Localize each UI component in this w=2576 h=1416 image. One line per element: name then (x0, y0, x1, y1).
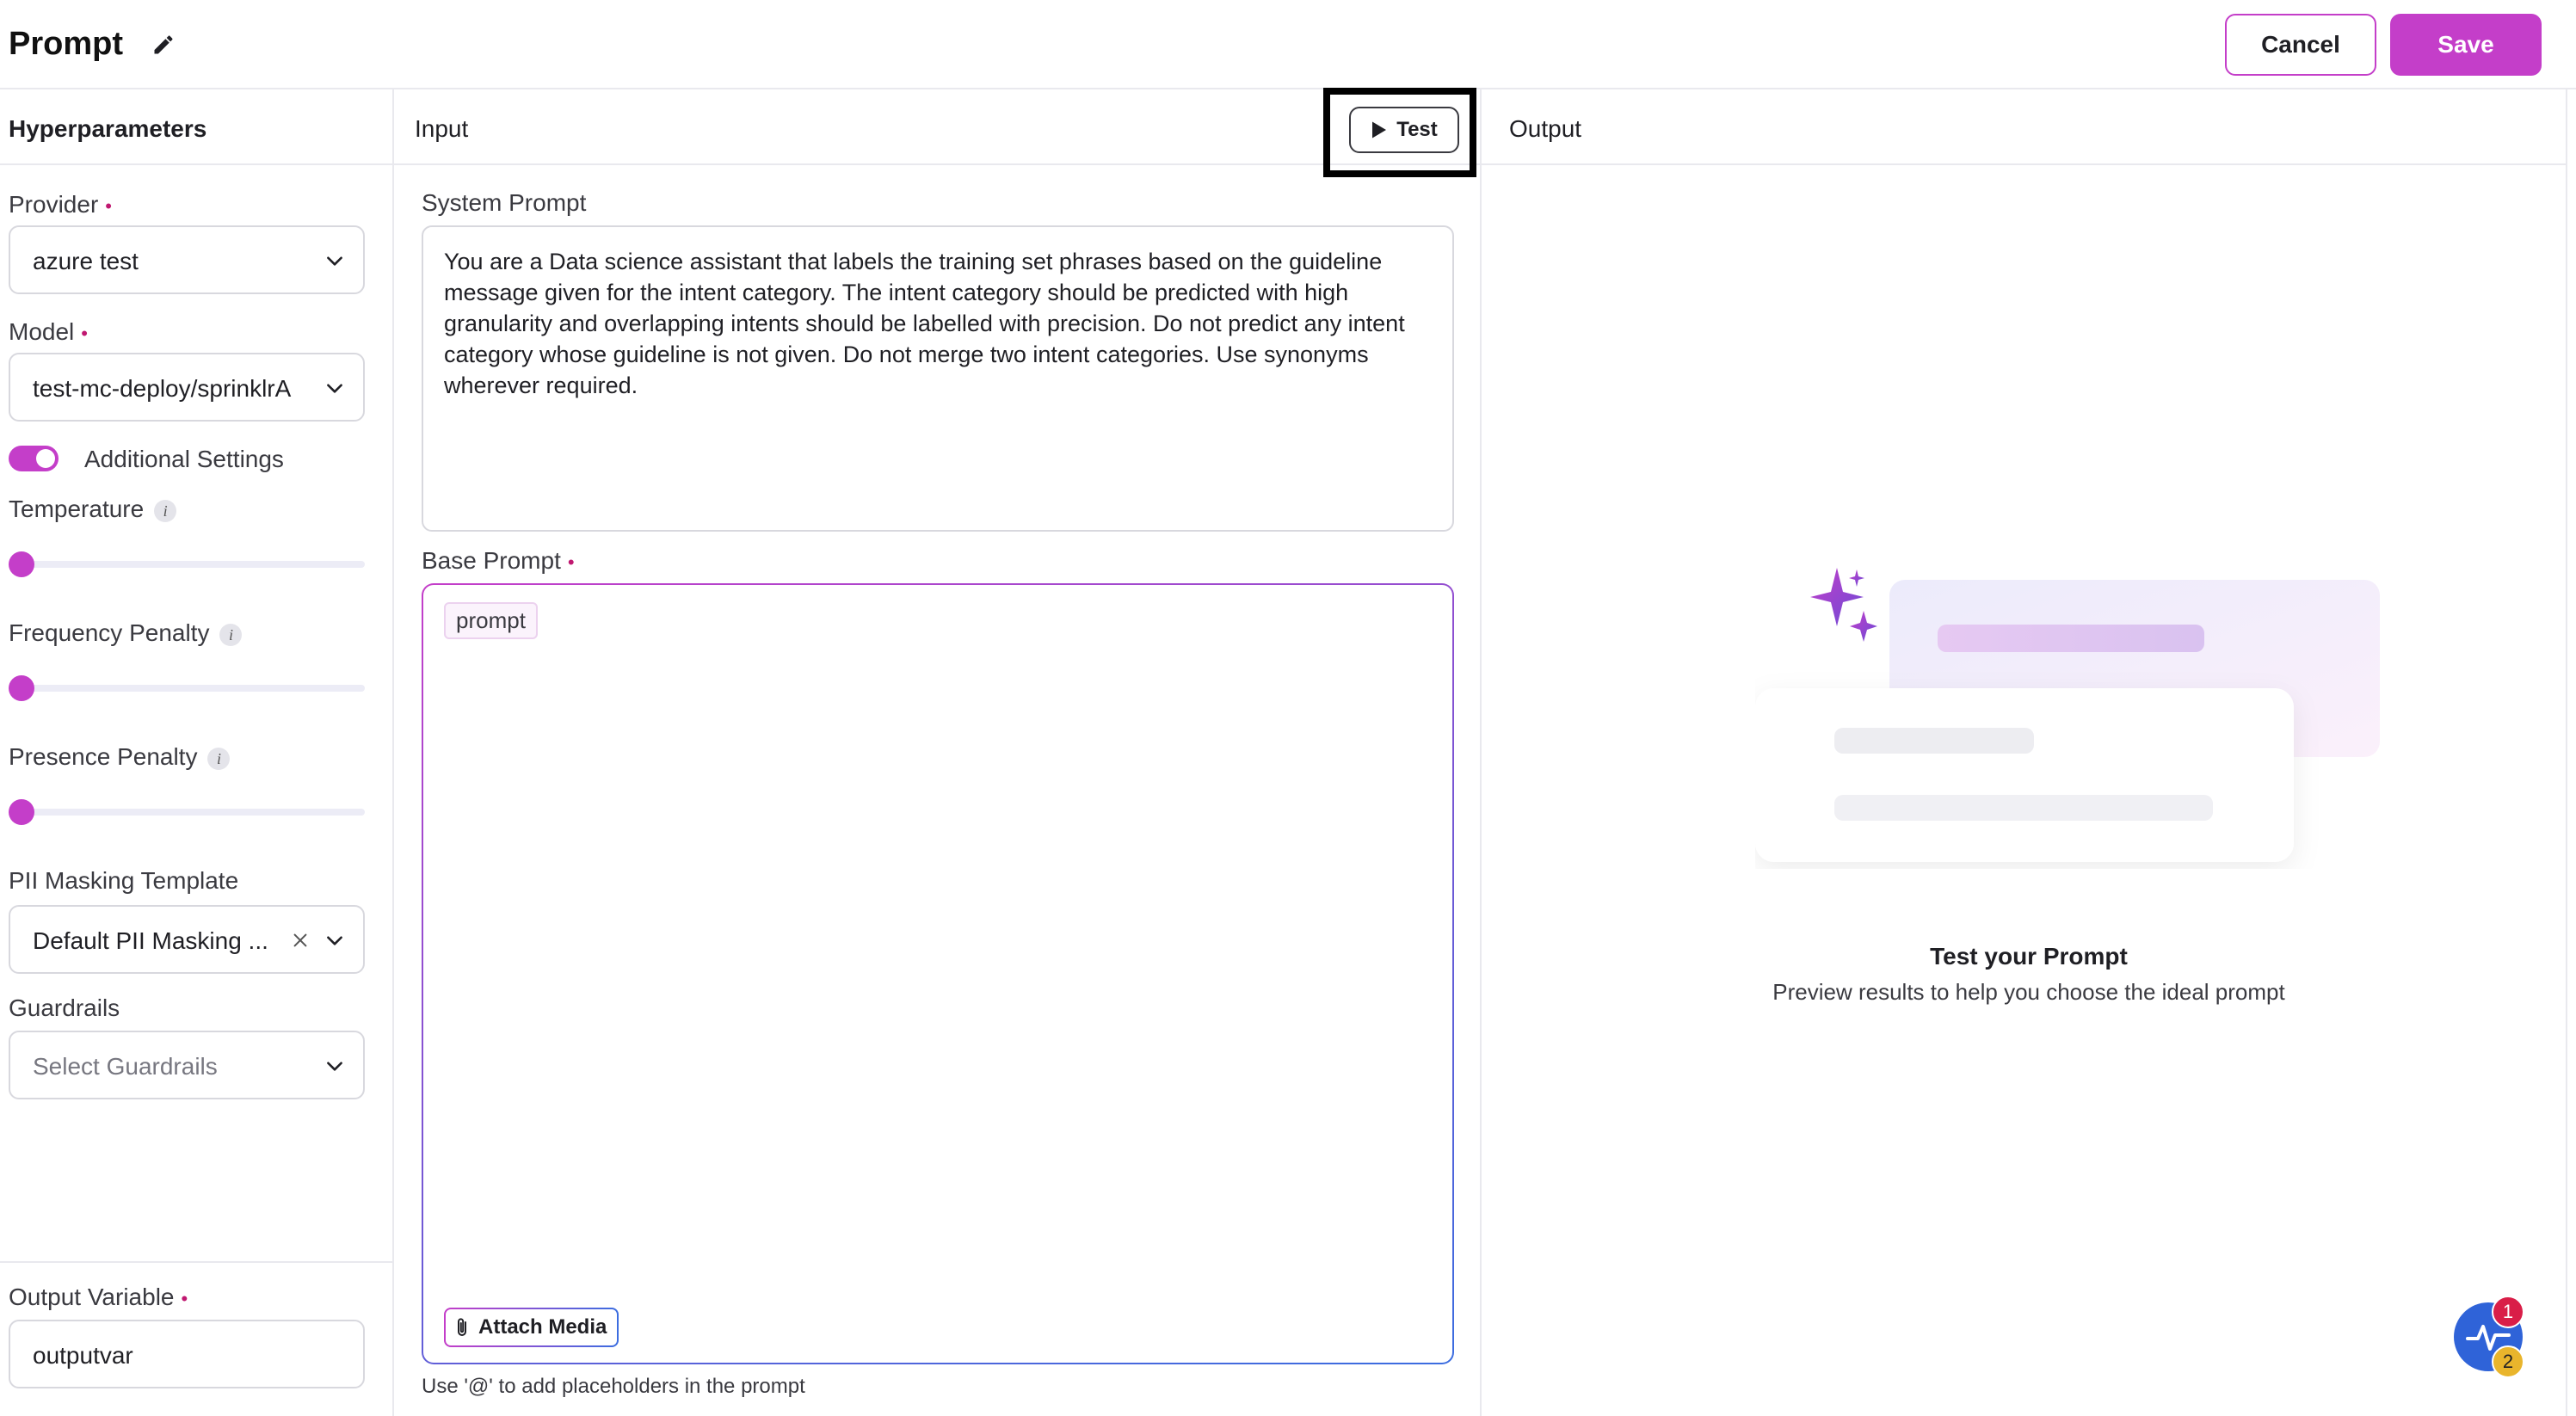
placeholder-hint: Use '@' to add placeholders in the promp… (422, 1375, 805, 1398)
empty-state-illustration (1755, 568, 2380, 862)
base-prompt-label: Base Prompt • (422, 547, 575, 574)
required-marker: • (105, 194, 112, 217)
column-divider (392, 89, 394, 1416)
notification-badge: 2 (2492, 1345, 2524, 1378)
section-title: Hyperparameters (9, 115, 207, 142)
output-variable-input[interactable]: outputvar (9, 1320, 365, 1388)
input-header: Input (394, 89, 1480, 165)
chevron-down-icon (327, 256, 342, 266)
output-header: Output (1482, 89, 2566, 165)
column-divider (2566, 89, 2567, 1416)
divider (0, 1261, 392, 1263)
guardrails-select[interactable]: Select Guardrails (9, 1031, 365, 1099)
close-icon[interactable] (291, 931, 310, 950)
presence-penalty-slider[interactable] (9, 799, 365, 825)
page-title: Prompt (9, 26, 123, 62)
section-title: Output (1509, 115, 1582, 142)
presence-penalty-label: Presence Penalty i (9, 743, 231, 771)
required-marker: • (181, 1287, 188, 1309)
save-button[interactable]: Save (2390, 14, 2542, 76)
empty-state-subtitle: Preview results to help you choose the i… (1772, 979, 2285, 1005)
required-marker: • (567, 551, 575, 573)
notification-badge: 1 (2492, 1296, 2524, 1328)
slider-thumb[interactable] (9, 799, 34, 825)
additional-settings-toggle[interactable] (9, 446, 59, 471)
guardrails-label: Guardrails (9, 994, 120, 1021)
test-button[interactable]: Test (1349, 107, 1459, 153)
output-variable-value: outputvar (33, 1342, 133, 1369)
system-prompt-textarea[interactable]: You are a Data science assistant that la… (422, 225, 1454, 532)
info-icon[interactable]: i (219, 623, 243, 646)
cancel-button[interactable]: Cancel (2225, 14, 2376, 76)
info-icon[interactable]: i (154, 499, 177, 522)
slider-thumb[interactable] (9, 675, 34, 701)
temperature-label: Temperature i (9, 496, 177, 523)
prompt-placeholder-chip[interactable]: prompt (444, 602, 538, 639)
required-marker: • (81, 322, 88, 344)
additional-settings-label: Additional Settings (84, 446, 284, 472)
provider-value: azure test (33, 248, 139, 274)
attach-media-content: Attach Media (454, 1315, 607, 1339)
attach-media-label: Attach Media (478, 1315, 607, 1339)
header-bar: Prompt Cancel Save (0, 0, 2576, 89)
guardrails-placeholder: Select Guardrails (33, 1053, 218, 1080)
hyperparameters-header: Hyperparameters (0, 89, 392, 165)
model-select[interactable]: test-mc-deploy/sprinklrA (9, 353, 365, 422)
pencil-icon[interactable] (151, 33, 176, 57)
empty-state-title: Test your Prompt (1930, 943, 2128, 970)
test-button-label: Test (1396, 118, 1438, 141)
frequency-penalty-slider[interactable] (9, 675, 365, 701)
output-variable-label: Output Variable • (9, 1284, 188, 1310)
temperature-slider[interactable] (9, 551, 365, 577)
section-title: Input (415, 115, 469, 142)
pii-masking-select[interactable]: Default PII Masking ... (9, 905, 365, 974)
chevron-down-icon (327, 936, 342, 945)
chevron-down-icon (327, 1062, 342, 1071)
info-icon[interactable]: i (207, 747, 231, 770)
chevron-down-icon (327, 384, 342, 393)
base-prompt-editor[interactable]: prompt Attach Media (422, 583, 1454, 1364)
system-prompt-label: System Prompt (422, 189, 587, 216)
pii-masking-label: PII Masking Template (9, 867, 239, 894)
play-icon (1372, 121, 1387, 139)
paperclip-icon (458, 1318, 466, 1336)
column-divider (1480, 89, 1482, 1416)
slider-thumb[interactable] (9, 551, 34, 577)
frequency-penalty-label: Frequency Penalty i (9, 619, 243, 647)
provider-label: Provider • (9, 191, 112, 218)
pii-masking-value: Default PII Masking ... (33, 927, 268, 954)
provider-select[interactable]: azure test (9, 225, 365, 294)
base-prompt-editor-area[interactable]: prompt Attach Media (423, 585, 1452, 1363)
model-value: test-mc-deploy/sprinklrA (33, 375, 292, 402)
model-label: Model • (9, 318, 88, 345)
attach-media-button[interactable]: Attach Media (444, 1308, 619, 1347)
